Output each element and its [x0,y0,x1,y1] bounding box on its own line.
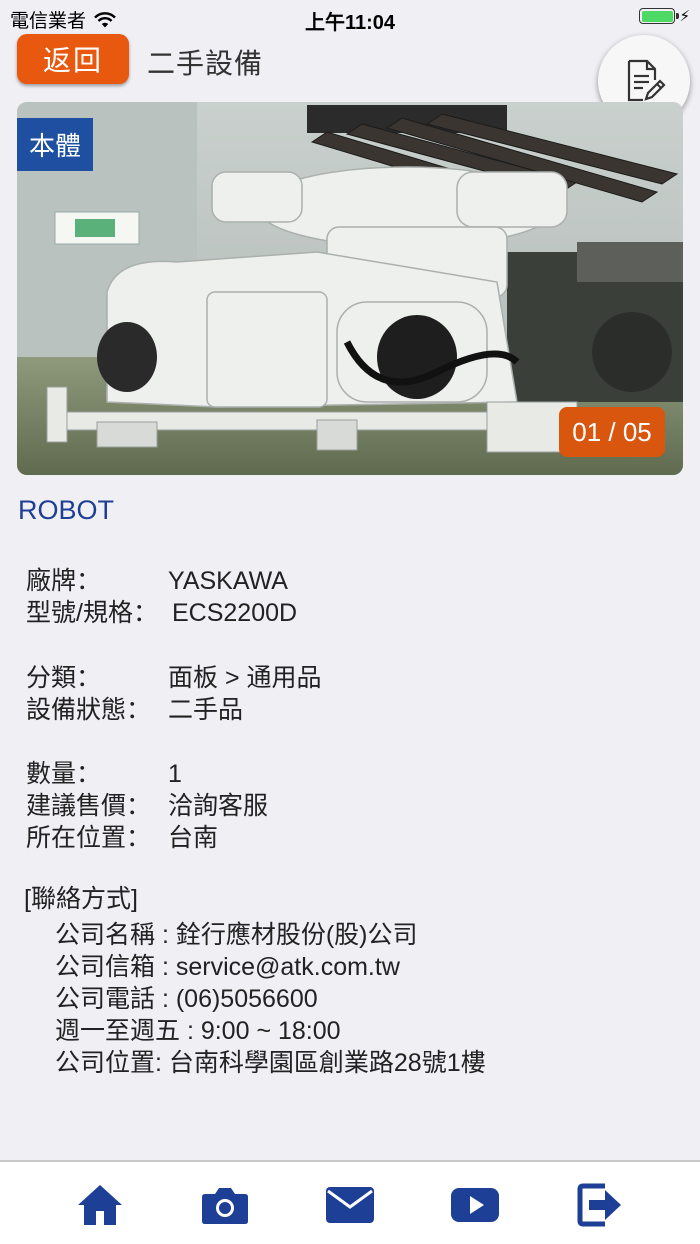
category-label: 分類： [26,664,102,692]
status-right: ⚡ [639,7,690,25]
price-value: 洽詢客服 [168,792,269,820]
page-title: 二手設備 [147,48,264,79]
spec-row-quantity: 數量： 1 [26,754,182,790]
photo-counter: 01 / 05 [559,407,665,457]
contact-heading: [聯絡方式] [24,885,138,913]
brand-value: YASKAWA [168,567,288,595]
spec-row-model: 型號/規格： ECS2200D [26,593,297,629]
logout-icon [577,1183,621,1227]
nav-camera-button[interactable] [197,1180,253,1230]
back-button[interactable]: 返回 [17,34,129,84]
mail-icon [326,1187,374,1223]
nav-home-button[interactable] [72,1180,128,1230]
status-time: 上午11:04 [304,12,396,34]
quantity-label: 數量： [26,760,102,788]
spec-row-location: 所在位置： 台南 [26,818,218,854]
product-photo[interactable]: 本體 01 / 05 [17,102,683,475]
bottom-nav [0,1160,700,1244]
camera-icon [202,1188,248,1224]
location-label: 所在位置： [26,824,152,852]
photo-category-badge: 本體 [17,118,93,171]
contact-hours: 週一至週五 : 9:00 ~ 18:00 [55,1017,341,1045]
nav-logout-button[interactable] [571,1180,627,1230]
charging-icon: ⚡ [679,8,690,25]
model-label: 型號/規格： [26,599,158,627]
video-icon [451,1188,499,1222]
condition-value: 二手品 [168,696,244,724]
model-value: ECS2200D [172,599,298,627]
contact-company-name: 公司名稱 : 銓行應材股份(股)公司 [55,921,418,949]
category-value: 面板 > 通用品 [168,664,322,692]
price-label: 建議售價： [26,792,152,820]
location-value: 台南 [168,824,219,852]
spec-row-price: 建議售價： 洽詢客服 [26,786,268,822]
spec-row-category: 分類： 面板 > 通用品 [26,658,322,694]
contact-address: 公司位置: 台南科學園區創業路28號1樓 [55,1049,486,1077]
battery-icon [639,8,680,24]
contact-phone[interactable]: 公司電話 : (06)5056600 [55,979,318,1015]
product-name: ROBOT [18,495,115,525]
edit-document-icon [627,59,666,102]
spec-row-brand: 廠牌： YASKAWA [26,561,288,597]
quantity-value: 1 [168,760,182,788]
condition-label: 設備狀態： [26,696,152,724]
contact-email[interactable]: 公司信箱 : service@atk.com.tw [55,947,400,983]
nav-video-button[interactable] [447,1180,503,1230]
nav-mail-button[interactable] [322,1180,378,1230]
home-icon [78,1185,122,1225]
status-bar: 電信業者 上午11:04 ⚡ [0,0,700,36]
spec-row-condition: 設備狀態： 二手品 [26,690,243,726]
brand-label: 廠牌： [26,567,102,595]
